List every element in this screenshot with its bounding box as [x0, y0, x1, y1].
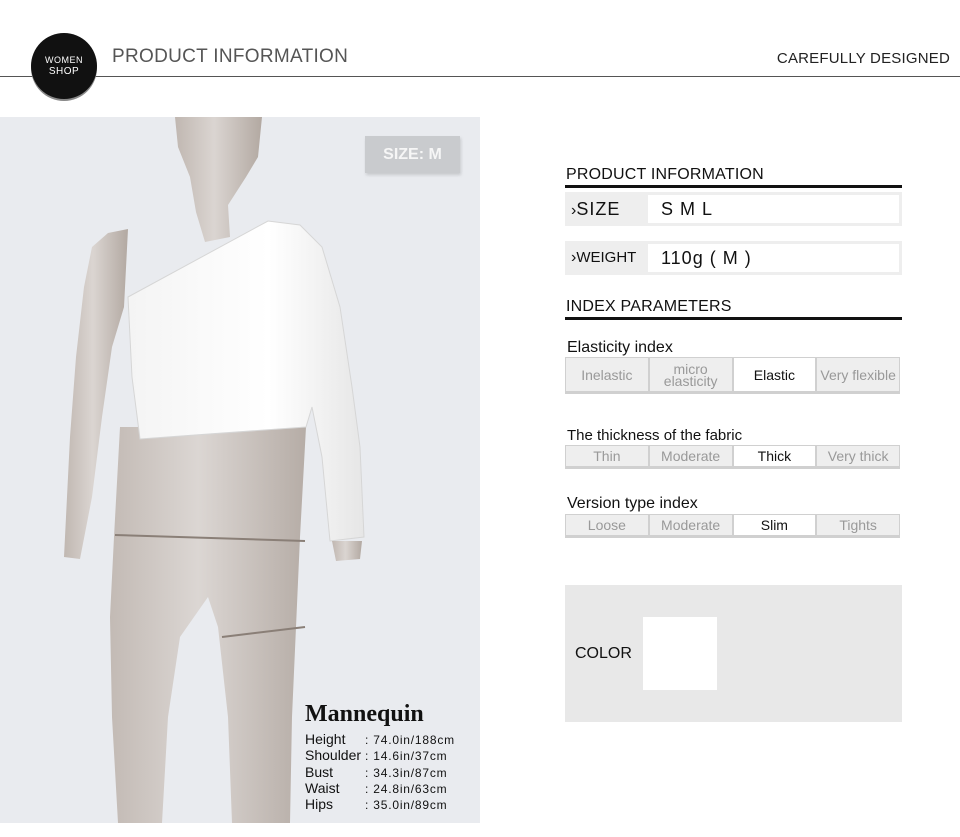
shop-logo: WOMEN SHOP	[31, 33, 97, 99]
product-info-heading: PRODUCT INFORMATION	[566, 166, 764, 183]
color-panel: COLOR	[565, 585, 902, 722]
version-option: Loose	[566, 515, 648, 535]
tagline: CAREFULLY DESIGNED	[776, 50, 950, 67]
index-parameters-rule	[565, 317, 902, 320]
header-divider	[0, 76, 960, 77]
mannequin-title: Mannequin	[305, 701, 424, 727]
version-label: Version type index	[567, 495, 698, 512]
version-option-selected: Slim	[733, 515, 816, 535]
index-parameters-heading: INDEX PARAMETERS	[566, 298, 732, 315]
measurement-value: : 35.0in/89cm	[365, 798, 448, 812]
thickness-option: Very thick	[817, 446, 899, 466]
measurement-row: Waist : 24.8in/63cm	[305, 780, 475, 796]
page-title: PRODUCT INFORMATION	[112, 46, 349, 67]
measurement-row: Bust : 34.3in/87cm	[305, 764, 475, 780]
measurement-value: : 74.0in/188cm	[365, 733, 455, 747]
measurement-label: Waist	[305, 780, 340, 796]
elasticity-scale: Inelastic micro elasticity Elastic Very …	[565, 357, 900, 394]
elasticity-option-selected: Elastic	[733, 358, 816, 391]
size-badge: SIZE: M	[365, 136, 460, 173]
size-label-text: SIZE	[576, 199, 621, 219]
product-photo: SIZE: M Mannequin Height : 74.0in/188cm …	[0, 117, 480, 823]
color-label: COLOR	[575, 645, 632, 662]
thickness-scale: Thin Moderate Thick Very thick	[565, 445, 900, 469]
measurement-label: Bust	[305, 764, 334, 780]
thickness-option-selected: Thick	[733, 446, 816, 466]
color-swatch[interactable]	[643, 617, 717, 690]
version-option: Moderate	[649, 515, 732, 535]
size-label: ›SIZE	[571, 192, 620, 226]
elasticity-option: micro elasticity	[649, 358, 732, 391]
logo-line-1: WOMEN	[45, 55, 83, 65]
measurement-label: Shoulder	[305, 747, 362, 763]
weight-label: ›WEIGHT	[571, 241, 636, 275]
version-scale: Loose Moderate Slim Tights	[565, 514, 900, 538]
measurement-value: : 34.3in/87cm	[365, 766, 448, 780]
elasticity-option: Inelastic	[566, 358, 648, 391]
measurement-row: Hips : 35.0in/89cm	[305, 796, 475, 812]
size-row: ›SIZE S M L	[565, 192, 902, 226]
weight-label-text: WEIGHT	[576, 249, 637, 266]
measurement-row: Shoulder : 14.6in/37cm	[305, 747, 475, 763]
thickness-label: The thickness of the fabric	[567, 427, 743, 444]
elasticity-option: Very flexible	[817, 358, 899, 391]
measurement-label: Hips	[305, 796, 334, 812]
measurement-value: : 14.6in/37cm	[365, 749, 448, 763]
weight-value: 110g ( M )	[648, 244, 899, 272]
measurement-row: Height : 74.0in/188cm	[305, 731, 475, 747]
elasticity-label: Elasticity index	[567, 339, 673, 356]
thickness-option: Thin	[566, 446, 648, 466]
weight-row: ›WEIGHT 110g ( M )	[565, 241, 902, 275]
size-value: S M L	[648, 195, 899, 223]
measurement-value: : 24.8in/63cm	[365, 782, 448, 796]
version-option: Tights	[817, 515, 899, 535]
measurement-label: Height	[305, 731, 346, 747]
product-info-rule	[565, 185, 902, 188]
logo-line-2: SHOP	[48, 66, 80, 77]
thickness-option: Moderate	[649, 446, 732, 466]
